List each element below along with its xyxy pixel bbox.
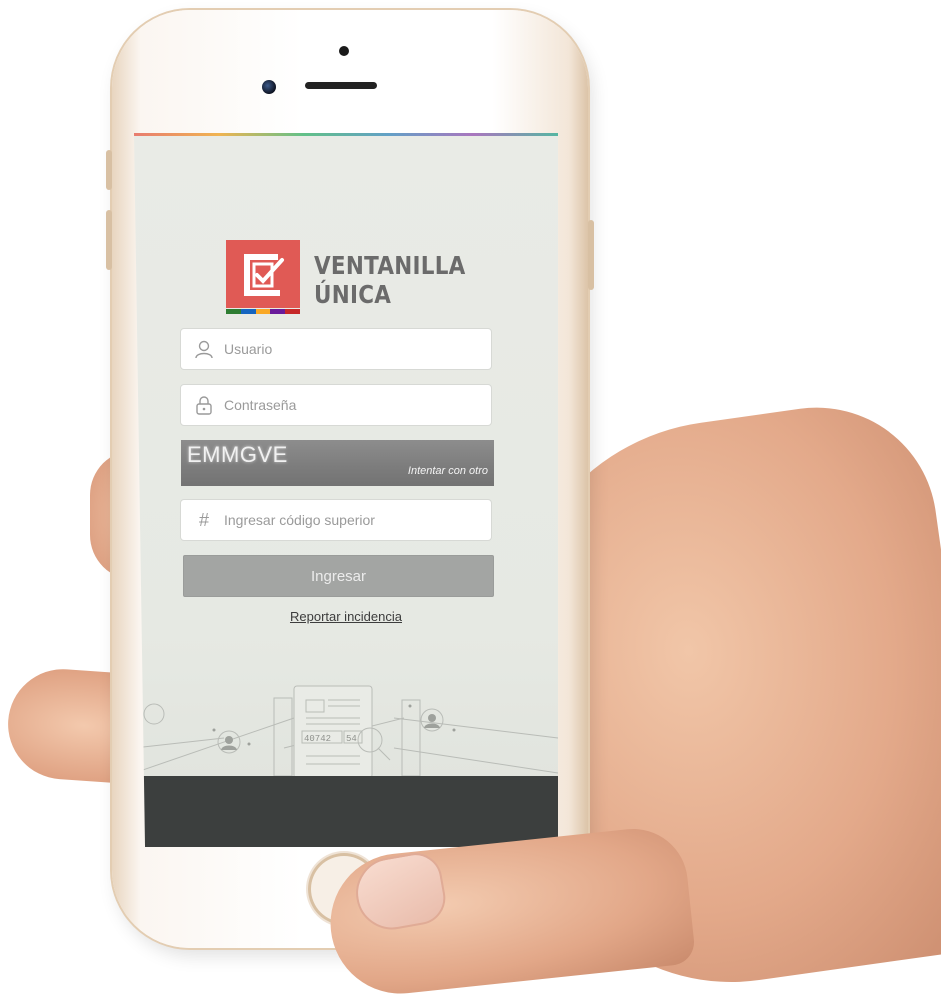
front-camera (262, 80, 276, 94)
illustration-number-right: 54 (346, 734, 357, 744)
volume-button (106, 150, 112, 190)
stripe-segment (270, 309, 286, 314)
brand-line-1: VENTANILLA (314, 251, 466, 280)
footer-bar (134, 776, 558, 847)
stripe-segment (226, 309, 241, 314)
volume-up-button (106, 210, 112, 270)
document-network-illustration: 40742 54 (134, 685, 558, 778)
user-icon (192, 339, 216, 359)
earpiece-speaker (305, 82, 377, 89)
login-button[interactable]: Ingresar (183, 555, 494, 597)
proximity-sensor (339, 46, 349, 56)
stripe-segment (255, 309, 271, 314)
captcha-image: EMMGVE Intentar con otro (181, 440, 494, 486)
top-accent-line (134, 133, 558, 136)
ventanilla-logo (226, 240, 300, 314)
captcha-code: EMMGVE (187, 442, 288, 467)
password-input[interactable] (222, 396, 476, 414)
captcha-input[interactable] (222, 511, 476, 529)
brand-name: VENTANILLA ÚNICA (314, 251, 466, 309)
lock-icon (192, 395, 216, 415)
username-field-wrapper (180, 328, 492, 370)
logo-color-stripe (226, 309, 300, 314)
illustration-number-left: 40742 (304, 734, 331, 744)
captcha-retry-link[interactable]: Intentar con otro (408, 465, 488, 477)
username-input[interactable] (222, 340, 476, 358)
brand-line-2: ÚNICA (314, 280, 392, 309)
password-field-wrapper (180, 384, 492, 426)
phone-screen: VENTANILLA ÚNICA EMMGVE Intentar con otr… (134, 133, 558, 847)
report-incident-link[interactable]: Reportar incidencia (134, 609, 558, 624)
stripe-segment (285, 309, 300, 314)
captcha-field-wrapper: # (180, 499, 492, 541)
power-button (588, 220, 594, 290)
logo-mark (226, 240, 300, 308)
stripe-segment (240, 309, 256, 314)
hash-icon: # (198, 509, 209, 530)
